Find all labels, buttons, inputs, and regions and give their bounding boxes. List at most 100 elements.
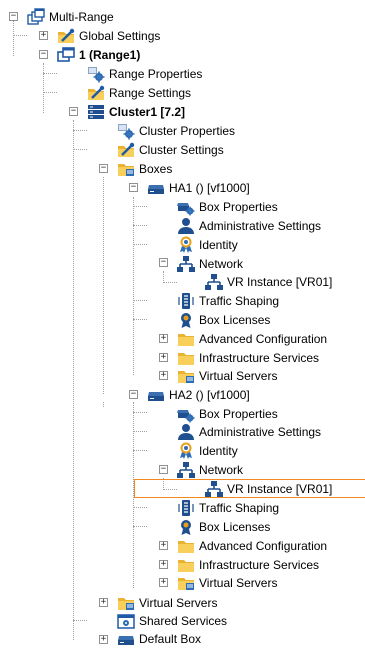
tree-node-label: Boxes [139, 161, 173, 176]
tree-node-cluster1[interactable]: Cluster1 [7.2] [87, 102, 185, 121]
tree-node-ha2-advanced-configuration[interactable]: Advanced Configuration [177, 536, 327, 555]
tree-node-label: Cluster Properties [139, 123, 236, 138]
tree-node-range-settings[interactable]: Range Settings [87, 83, 191, 102]
tree-node-ha2-traffic-shaping[interactable]: Traffic Shaping [177, 498, 279, 517]
tree-node-label: VR Instance [VR01] [227, 274, 333, 289]
server-folder-icon [177, 367, 195, 385]
tree-node-ha2[interactable]: HA2 () [vf1000] [147, 385, 250, 404]
user-icon [177, 217, 195, 235]
tree-node-ha1-administrative-settings[interactable]: Administrative Settings [177, 216, 321, 235]
tree-node-label: Network [199, 462, 244, 477]
tree-node-ha1[interactable]: HA1 () [vf1000] [147, 178, 250, 197]
tree-node-label: Multi-Range [49, 9, 114, 24]
tree-node-ha1-identity[interactable]: Identity [177, 235, 238, 254]
network-icon [205, 273, 223, 291]
tree-node-ha2-administrative-settings[interactable]: Administrative Settings [177, 422, 321, 441]
expander-ha1-advanced-configuration[interactable]: + [159, 334, 168, 343]
tree-node-label: Box Licenses [199, 519, 271, 534]
expander-boxes[interactable]: − [99, 164, 108, 173]
tree-node-ha2-identity[interactable]: Identity [177, 441, 238, 460]
settings-folder-icon [57, 27, 75, 45]
tree-node-multi-range[interactable]: Multi-Range [27, 7, 114, 26]
multi-range-icon [27, 8, 45, 26]
tree-node-ha1-advanced-configuration[interactable]: Advanced Configuration [177, 329, 327, 348]
tree-node-ha1-infrastructure-services[interactable]: Infrastructure Services [177, 348, 319, 367]
tree-node-cluster-settings[interactable]: Cluster Settings [117, 140, 224, 159]
cluster-icon [87, 103, 105, 121]
expander-ha1-virtual-servers[interactable]: + [159, 371, 168, 380]
tree-node-label: VR Instance [VR01] [227, 481, 333, 496]
tree-node-label: Default Box [139, 631, 202, 646]
expander-ha1[interactable]: − [129, 183, 138, 192]
tree-node-boxes[interactable]: Boxes [117, 159, 172, 178]
tree-node-ha1-traffic-shaping[interactable]: Traffic Shaping [177, 291, 279, 310]
tree-node-label: Virtual Servers [199, 575, 278, 590]
network-icon [205, 480, 223, 498]
tree-node-ha2-virtual-servers[interactable]: Virtual Servers [177, 573, 277, 592]
range-icon [57, 46, 75, 64]
expander-ha2-virtual-servers[interactable]: + [159, 578, 168, 587]
folder-icon [117, 160, 135, 178]
expander-cluster1[interactable]: − [69, 107, 78, 116]
tree-node-global-settings[interactable]: Global Settings [57, 26, 160, 45]
properties-icon [117, 122, 135, 140]
tree-node-label: Administrative Settings [199, 424, 322, 439]
tree-node-label: Box Licenses [199, 312, 271, 327]
expander-ha2-advanced-configuration[interactable]: + [159, 541, 168, 550]
tree-node-cluster-properties[interactable]: Cluster Properties [117, 121, 235, 140]
traffic-shaping-icon [177, 292, 195, 310]
tree-node-cluster-virtual-servers[interactable]: Virtual Servers [117, 593, 217, 612]
tree-node-label: HA2 () [vf1000] [169, 387, 250, 402]
tree-node-label: Administrative Settings [199, 218, 322, 233]
tree-node-ha1-vr-instance[interactable]: VR Instance [VR01] [205, 272, 332, 291]
tree-node-label: Box Properties [199, 406, 278, 421]
expander-global-settings[interactable]: + [39, 31, 48, 40]
traffic-shaping-icon [177, 499, 195, 517]
settings-folder-icon [117, 141, 135, 159]
tree-node-label: Range Settings [109, 85, 192, 100]
expander-multi-range[interactable]: − [9, 12, 18, 21]
tree-node-range1[interactable]: 1 (Range1) [57, 45, 140, 64]
tree-node-label: Range Properties [109, 66, 203, 81]
expander-range1[interactable]: − [39, 50, 48, 59]
tree-node-ha2-vr-instance[interactable]: VR Instance [VR01] [205, 479, 332, 498]
server-folder-icon [117, 594, 135, 612]
box-properties-icon [177, 198, 195, 216]
tree-node-label: Infrastructure Services [199, 350, 320, 365]
tree-node-label: Network [199, 256, 244, 271]
tree-node-label: Box Properties [199, 199, 278, 214]
tree-node-label: Infrastructure Services [199, 557, 320, 572]
expander-cluster-virtual-servers[interactable]: + [99, 598, 108, 607]
tree-node-ha1-box-licenses[interactable]: Box Licenses [177, 310, 270, 329]
tree-node-label: Cluster Settings [139, 142, 224, 157]
user-icon [177, 423, 195, 441]
license-icon [177, 311, 195, 329]
expander-ha2-network[interactable]: − [159, 465, 168, 474]
expander-ha1-infrastructure-services[interactable]: + [159, 353, 168, 362]
tree-node-ha1-box-properties[interactable]: Box Properties [177, 197, 278, 216]
license-icon [177, 518, 195, 536]
box-properties-icon [177, 405, 195, 423]
configuration-tree: − + − − − − − + + + − − + + + + + Multi-… [0, 0, 365, 646]
tree-node-range-properties[interactable]: Range Properties [87, 64, 202, 83]
settings-folder-icon [87, 84, 105, 102]
tree-node-label: Identity [199, 237, 238, 252]
tree-node-label: Shared Services [139, 613, 228, 628]
expander-ha2[interactable]: − [129, 390, 138, 399]
folder-icon [177, 556, 195, 574]
expander-ha1-network[interactable]: − [159, 258, 168, 267]
identity-icon [177, 442, 195, 460]
tree-node-shared-services[interactable]: Shared Services [117, 611, 227, 630]
network-icon [177, 255, 195, 273]
tree-node-ha1-network[interactable]: Network [177, 254, 243, 273]
tree-node-ha2-network[interactable]: Network [177, 460, 243, 479]
tree-node-ha1-virtual-servers[interactable]: Virtual Servers [177, 366, 277, 385]
properties-icon [87, 65, 105, 83]
tree-node-default-box[interactable]: Default Box [117, 629, 201, 648]
box-icon [147, 386, 165, 404]
tree-node-ha2-infrastructure-services[interactable]: Infrastructure Services [177, 555, 319, 574]
expander-ha2-infrastructure-services[interactable]: + [159, 560, 168, 569]
tree-node-label: Global Settings [79, 28, 161, 43]
tree-node-ha2-box-licenses[interactable]: Box Licenses [177, 517, 270, 536]
tree-node-ha2-box-properties[interactable]: Box Properties [177, 404, 278, 423]
